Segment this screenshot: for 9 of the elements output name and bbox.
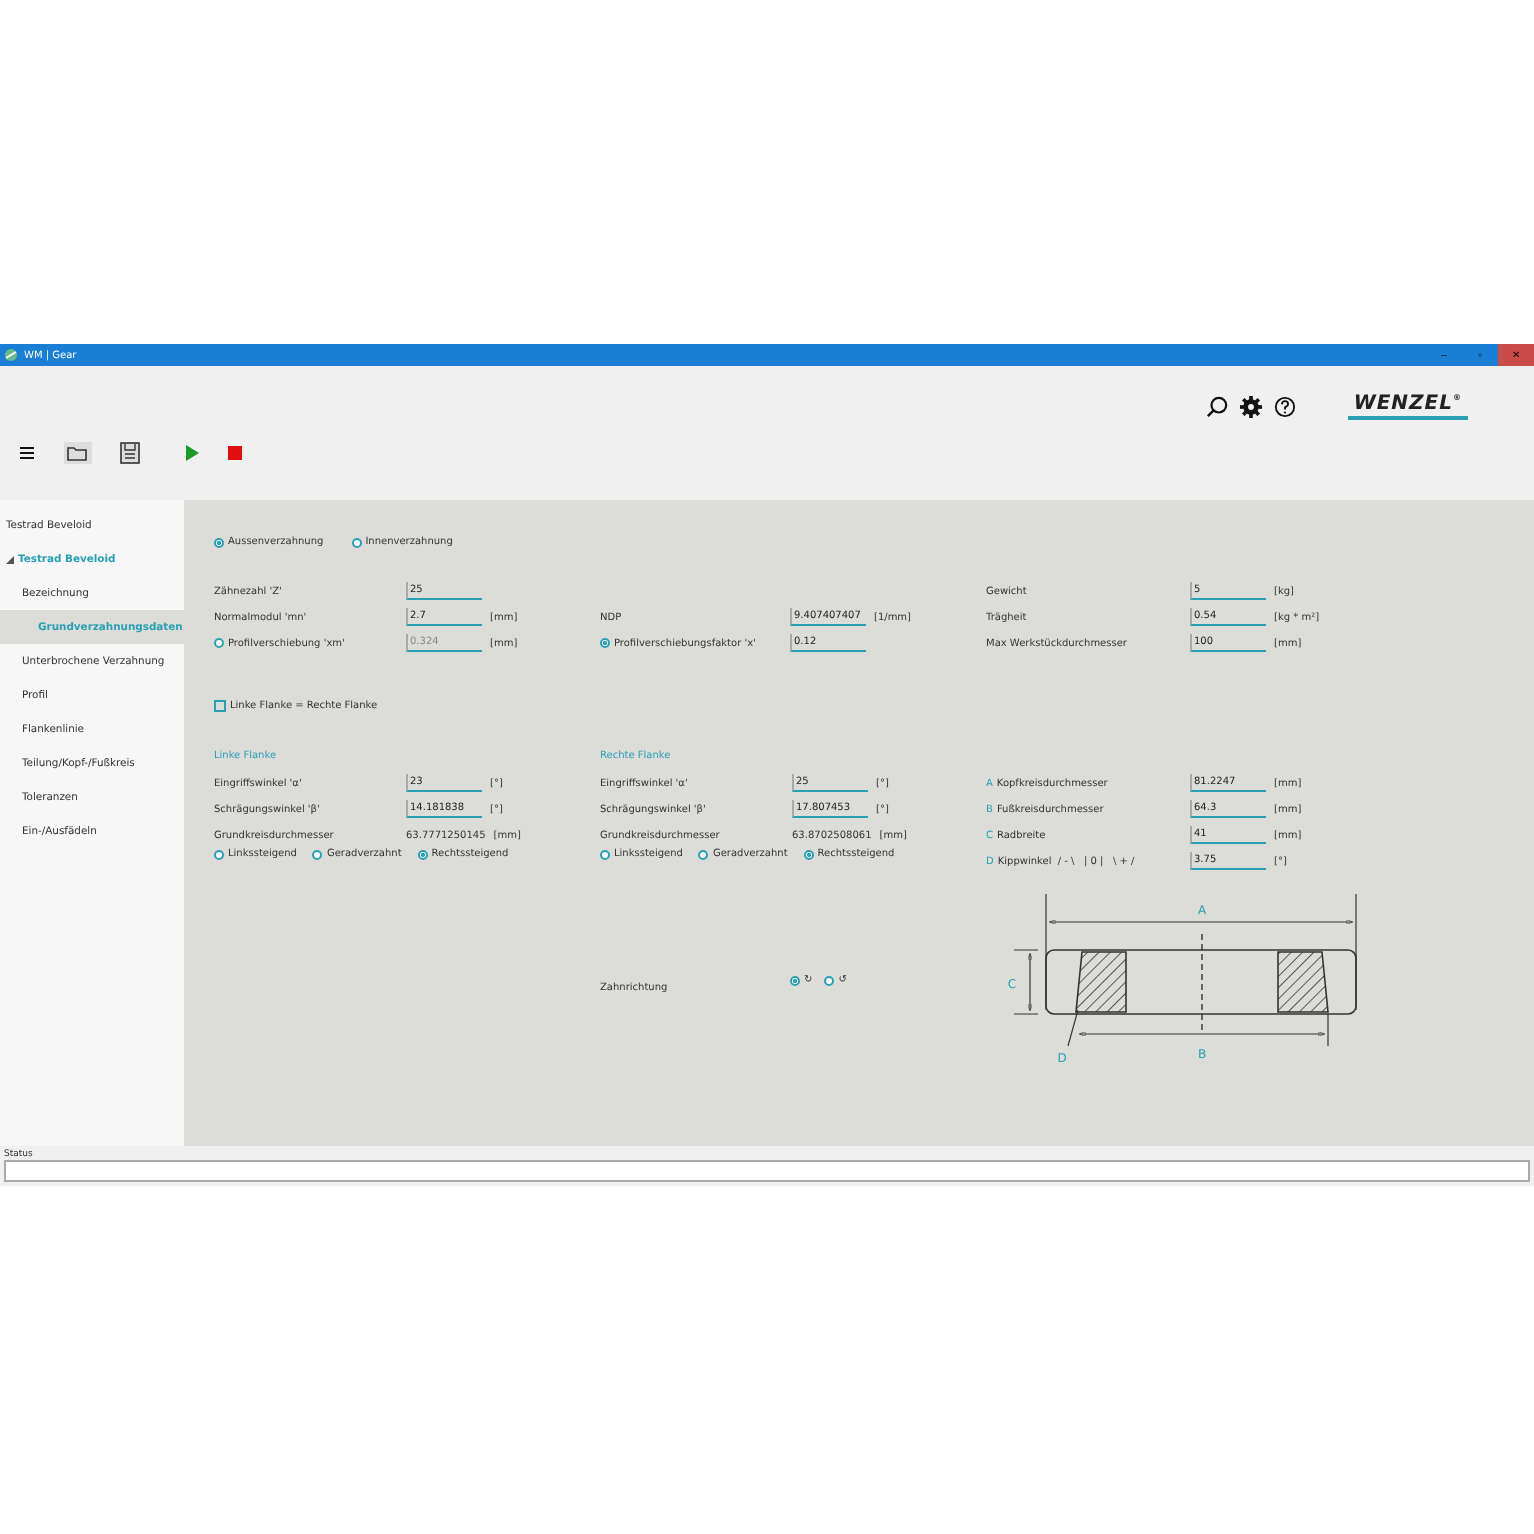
folder-icon[interactable] bbox=[64, 442, 92, 464]
settings-icon[interactable] bbox=[1239, 395, 1262, 417]
app-icon bbox=[4, 348, 18, 362]
search-icon[interactable] bbox=[1205, 395, 1228, 417]
save-icon[interactable] bbox=[120, 442, 140, 464]
expand-caret-icon[interactable] bbox=[6, 555, 14, 563]
help-icon[interactable] bbox=[1273, 395, 1296, 417]
play-icon[interactable] bbox=[184, 444, 200, 462]
menu-icon[interactable] bbox=[18, 444, 36, 462]
